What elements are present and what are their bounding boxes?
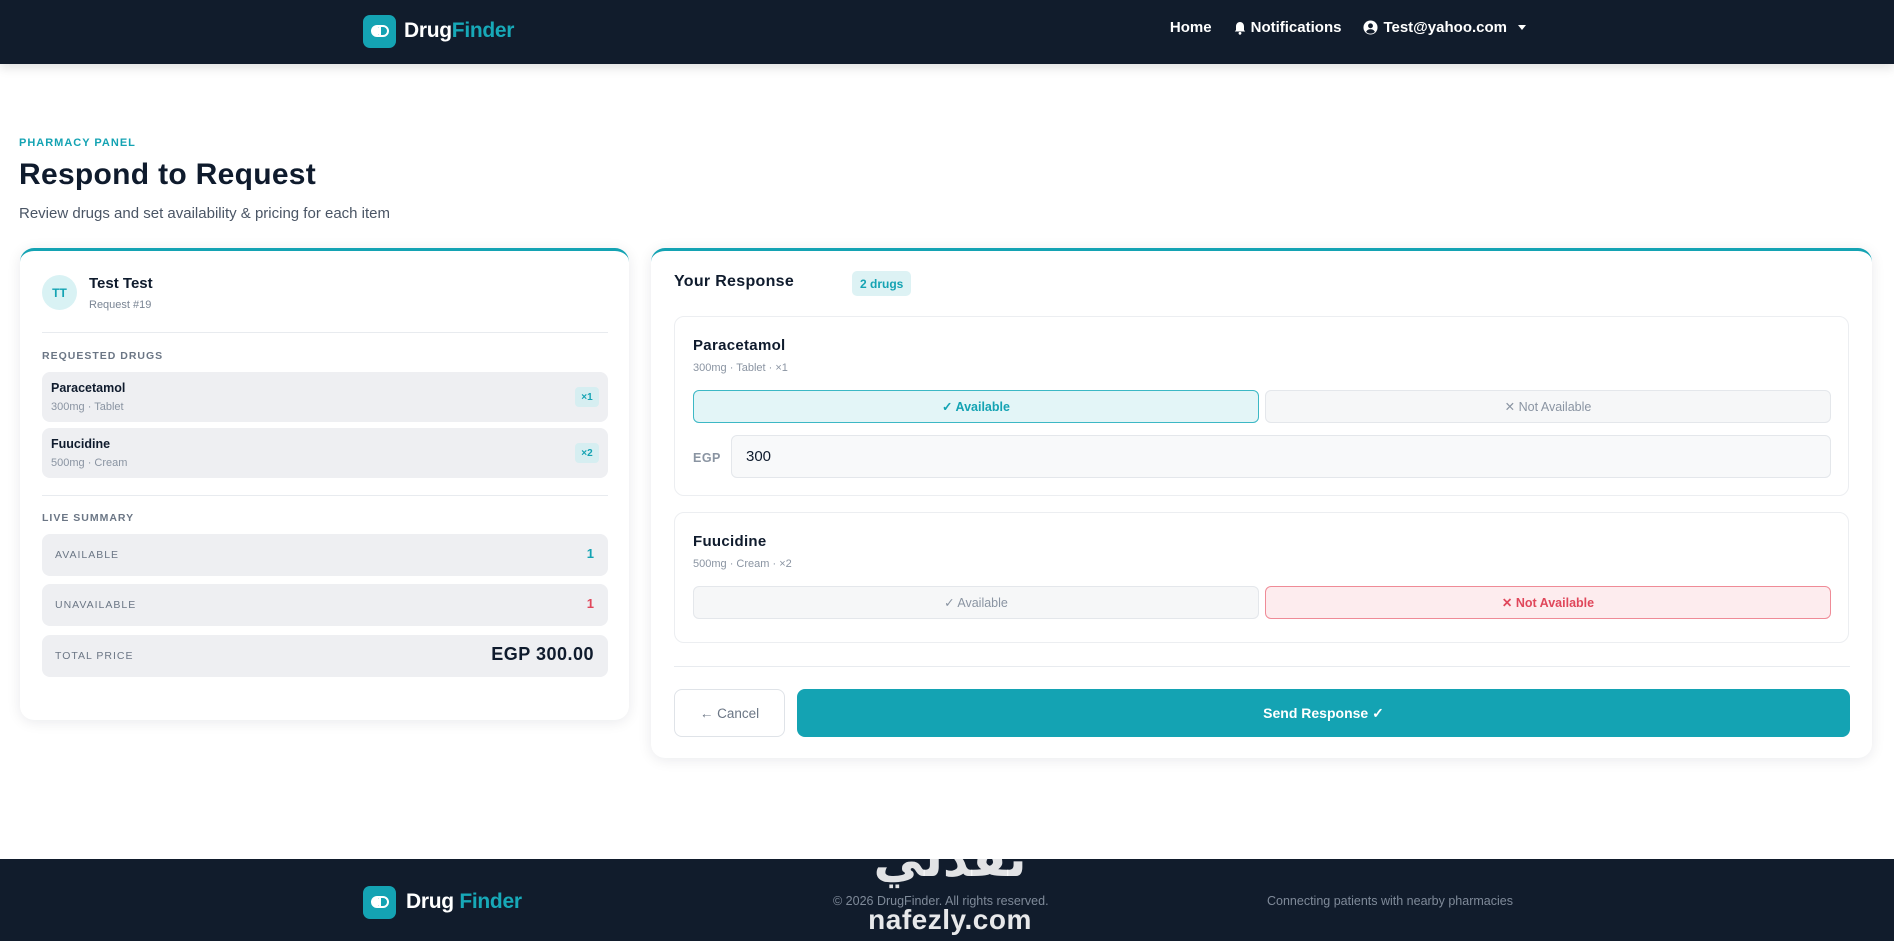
footer: Drug Finder © 2026 DrugFinder. All right… xyxy=(0,859,1894,941)
quantity-badge: ×1 xyxy=(575,387,599,407)
divider xyxy=(674,666,1850,667)
summary-available-row: AVAILABLE 1 xyxy=(42,534,608,576)
navbar: DrugFinder Home Notifications Test@yahoo… xyxy=(0,0,1894,64)
available-toggle[interactable]: ✓ Available xyxy=(693,586,1259,619)
summary-label: TOTAL PRICE xyxy=(55,650,134,662)
drug-name: Paracetamol xyxy=(693,337,786,354)
chevron-down-icon xyxy=(1518,25,1526,30)
summary-total-row: TOTAL PRICE EGP 300.00 xyxy=(42,635,608,677)
drug-meta: 300mg · Tablet · ×1 xyxy=(693,362,788,374)
drug-name: Fuucidine xyxy=(51,437,111,451)
drug-meta: 300mg · Tablet xyxy=(51,401,124,413)
summary-label: UNAVAILABLE xyxy=(55,599,137,611)
page-title: Respond to Request xyxy=(19,158,317,191)
drug-name: Paracetamol xyxy=(51,381,126,395)
nav-links: Home Notifications Test@yahoo.com xyxy=(1170,19,1526,36)
user-menu-dropdown[interactable]: Test@yahoo.com xyxy=(1363,19,1526,36)
footer-brand[interactable]: Drug Finder xyxy=(363,885,522,919)
footer-tagline: Connecting patients with nearby pharmaci… xyxy=(1267,894,1513,908)
pill-logo-icon xyxy=(363,885,396,919)
summary-label: AVAILABLE xyxy=(55,549,120,561)
drug-meta: 500mg · Cream xyxy=(51,457,128,469)
send-response-button[interactable]: Send Response ✓ xyxy=(797,689,1850,737)
list-item: Paracetamol 300mg · Tablet ×1 xyxy=(42,372,608,422)
response-title: Your Response xyxy=(674,273,795,290)
nav-home-link[interactable]: Home xyxy=(1170,19,1212,36)
price-input[interactable] xyxy=(731,435,1831,478)
bell-icon xyxy=(1234,21,1246,35)
divider xyxy=(42,332,608,333)
summary-unavailable-row: UNAVAILABLE 1 xyxy=(42,584,608,626)
available-count: 1 xyxy=(586,546,594,561)
quantity-badge: ×2 xyxy=(575,443,599,463)
drug-response-block: Fuucidine 500mg · Cream · ×2 ✓ Available… xyxy=(674,512,1849,643)
divider xyxy=(42,495,608,496)
list-item: Fuucidine 500mg · Cream ×2 xyxy=(42,428,608,478)
page-subtitle: Review drugs and set availability & pric… xyxy=(19,205,391,222)
live-summary-heading: LIVE SUMMARY xyxy=(42,512,135,524)
requester-name: Test Test xyxy=(89,275,153,292)
response-card: Your Response 2 drugs Paracetamol 300mg … xyxy=(651,248,1872,758)
page-eyebrow: PHARMACY PANEL xyxy=(19,137,136,149)
brand-name: DrugFinder xyxy=(404,19,515,42)
drug-meta: 500mg · Cream · ×2 xyxy=(693,558,792,570)
user-circle-icon xyxy=(1363,20,1378,35)
not-available-toggle[interactable]: ✕ Not Available xyxy=(1265,586,1831,619)
available-toggle[interactable]: ✓ Available xyxy=(693,390,1259,423)
avatar: TT xyxy=(42,275,77,310)
drug-response-block: Paracetamol 300mg · Tablet · ×1 ✓ Availa… xyxy=(674,316,1849,496)
nav-notifications-link[interactable]: Notifications xyxy=(1234,19,1341,36)
not-available-toggle[interactable]: ✕ Not Available xyxy=(1265,390,1831,423)
price-currency-label: EGP xyxy=(693,451,721,465)
total-price: EGP 300.00 xyxy=(491,644,594,664)
drug-name: Fuucidine xyxy=(693,533,767,550)
footer-copyright: © 2026 DrugFinder. All rights reserved. xyxy=(833,894,1049,908)
unavailable-count: 1 xyxy=(586,596,594,611)
request-summary-card: TT Test Test Request #19 REQUESTED DRUGS… xyxy=(20,248,629,720)
pill-logo-icon xyxy=(363,14,396,48)
brand-logo-link[interactable]: DrugFinder xyxy=(363,14,514,48)
cancel-button[interactable]: ← Cancel xyxy=(674,689,785,737)
brand-name: Drug Finder xyxy=(406,890,522,913)
requested-drugs-heading: REQUESTED DRUGS xyxy=(42,350,164,362)
request-id: Request #19 xyxy=(89,299,152,311)
drug-count-badge: 2 drugs xyxy=(852,271,912,296)
